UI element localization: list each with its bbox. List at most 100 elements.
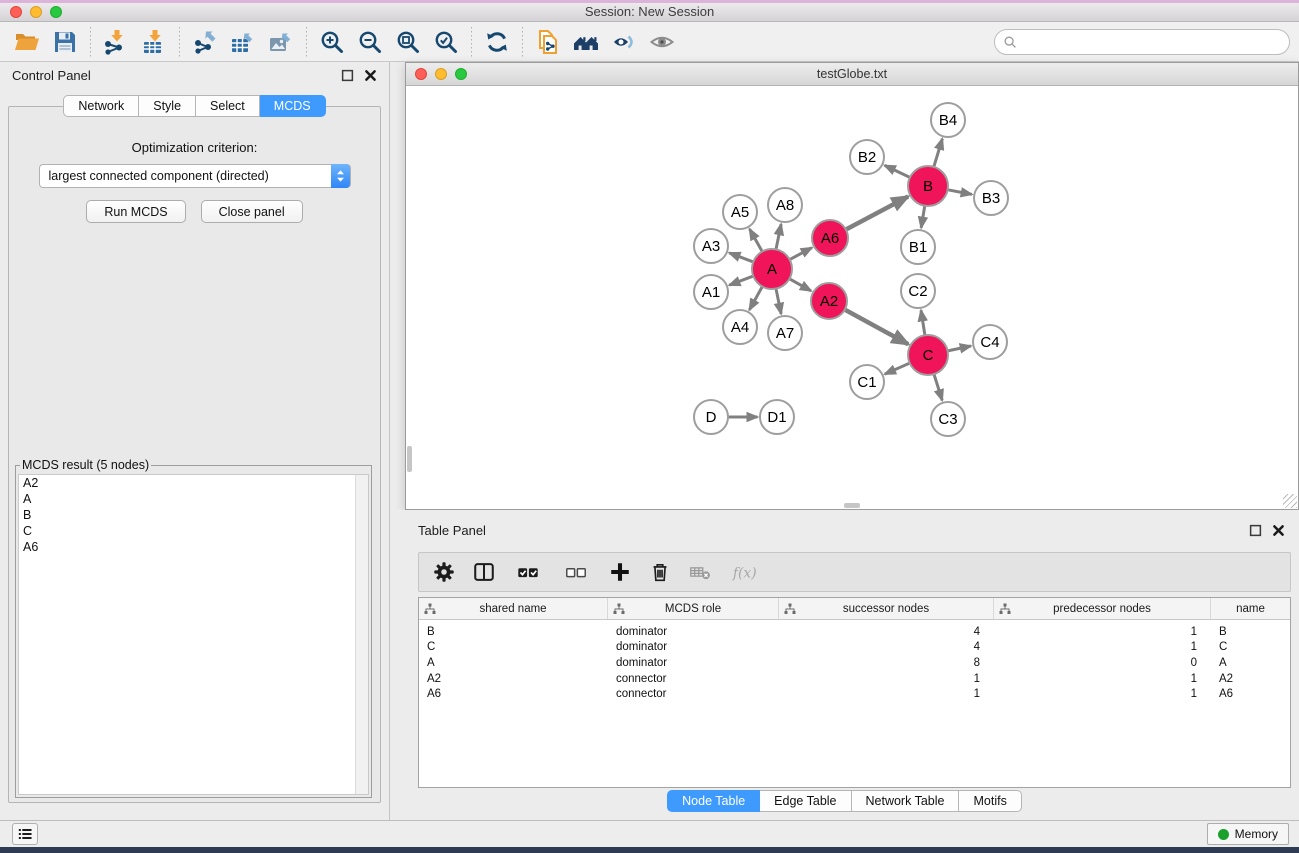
node-D1[interactable]: D1 xyxy=(760,400,794,434)
node-A6[interactable]: A6 xyxy=(812,220,848,256)
zoom-selected-button[interactable] xyxy=(431,27,461,57)
refresh-button[interactable] xyxy=(482,27,512,57)
edge-C-C4[interactable] xyxy=(947,346,971,351)
node-A8[interactable]: A8 xyxy=(768,188,802,222)
search-field[interactable] xyxy=(994,29,1290,55)
tab-edge-table[interactable]: Edge Table xyxy=(760,790,851,812)
edge-A-A1[interactable] xyxy=(729,276,754,285)
edge-B-B2[interactable] xyxy=(885,165,911,177)
edge-A-A7[interactable] xyxy=(776,288,781,314)
trash-button[interactable] xyxy=(647,559,673,585)
node-A[interactable]: A xyxy=(752,249,792,289)
tab-network[interactable]: Network xyxy=(63,95,139,117)
horizontal-scrollbar-thumb[interactable] xyxy=(844,503,860,508)
edge-A-A2[interactable] xyxy=(789,278,812,291)
node-A1[interactable]: A1 xyxy=(694,275,728,309)
tab-mcds[interactable]: MCDS xyxy=(260,95,326,117)
eye-button[interactable] xyxy=(647,27,677,57)
edge-C-C2[interactable] xyxy=(921,310,925,336)
node-B3[interactable]: B3 xyxy=(974,181,1008,215)
node-C2[interactable]: C2 xyxy=(901,274,935,308)
mcds-result-list[interactable]: A2ABCA6 xyxy=(18,474,369,795)
tab-node-table[interactable]: Node Table xyxy=(667,790,760,812)
network-canvas[interactable]: A A1 A2 A3 A4 A5 A6 A7 A8 B B1 B2 B3 B4 C C1 C2 C3 C4 D D1 xyxy=(406,86,1298,509)
edge-B-B4[interactable] xyxy=(934,139,943,168)
table-row[interactable]: A6connector11A6 xyxy=(419,686,1290,702)
node-B[interactable]: B xyxy=(908,166,948,206)
node-C3[interactable]: C3 xyxy=(931,402,965,436)
edge-A-A3[interactable] xyxy=(729,253,754,262)
edge-A-A8[interactable] xyxy=(776,224,781,250)
table-row[interactable]: Adominator80A xyxy=(419,655,1290,671)
mcds-result-item[interactable]: A2 xyxy=(19,475,368,491)
node-A2[interactable]: A2 xyxy=(811,283,847,319)
columns-button[interactable] xyxy=(471,559,497,585)
tab-style[interactable]: Style xyxy=(139,95,196,117)
mcds-result-item[interactable]: A xyxy=(19,491,368,507)
node-table[interactable]: shared nameMCDS rolesuccessor nodesprede… xyxy=(418,597,1291,788)
edge-A6-B[interactable] xyxy=(845,197,908,230)
run-mcds-button[interactable]: Run MCDS xyxy=(86,200,185,223)
zoom-out-button[interactable] xyxy=(355,27,385,57)
edge-C-C3[interactable] xyxy=(934,373,943,400)
minimize-window-button[interactable] xyxy=(30,6,42,18)
column-header-name[interactable]: name xyxy=(1211,598,1291,619)
node-C4[interactable]: C4 xyxy=(973,325,1007,359)
houses-button[interactable] xyxy=(571,27,601,57)
edge-A-A6[interactable] xyxy=(789,248,812,260)
tab-network-table[interactable]: Network Table xyxy=(852,790,960,812)
column-header-shared-name[interactable]: shared name xyxy=(419,598,608,619)
close-table-panel-icon[interactable] xyxy=(1272,524,1285,537)
zoom-fit-button[interactable] xyxy=(393,27,423,57)
close-mcds-panel-button[interactable]: Close panel xyxy=(201,200,303,223)
close-panel-icon[interactable] xyxy=(364,69,377,82)
node-B1[interactable]: B1 xyxy=(901,230,935,264)
column-header-MCDS-role[interactable]: MCDS role xyxy=(608,598,779,619)
table-row[interactable]: Bdominator41B xyxy=(419,624,1290,640)
optimization-criterion-select[interactable]: largest connected component (directed) xyxy=(39,164,351,188)
zoom-network-window-button[interactable] xyxy=(455,68,467,80)
column-header-predecessor-nodes[interactable]: predecessor nodes xyxy=(994,598,1211,619)
copy-network-button[interactable] xyxy=(533,27,563,57)
float-panel-icon[interactable] xyxy=(341,69,354,82)
edge-A2-C[interactable] xyxy=(844,309,908,344)
node-A7[interactable]: A7 xyxy=(768,316,802,350)
unchecked-pair-button[interactable] xyxy=(559,559,593,585)
node-A5[interactable]: A5 xyxy=(723,195,757,229)
show-panels-button[interactable] xyxy=(12,823,38,845)
export-table-button[interactable] xyxy=(228,27,258,57)
tab-motifs[interactable]: Motifs xyxy=(959,790,1021,812)
node-C1[interactable]: C1 xyxy=(850,365,884,399)
memory-button[interactable]: Memory xyxy=(1207,823,1289,845)
mcds-result-item[interactable]: A6 xyxy=(19,539,368,555)
window-resize-grip[interactable] xyxy=(1283,494,1297,508)
close-network-window-button[interactable] xyxy=(415,68,427,80)
network-graph[interactable]: A A1 A2 A3 A4 A5 A6 A7 A8 B B1 B2 B3 B4 C C1 C2 C3 C4 D D1 xyxy=(406,86,1298,509)
minimize-network-window-button[interactable] xyxy=(435,68,447,80)
mcds-result-item[interactable]: B xyxy=(19,507,368,523)
float-table-panel-icon[interactable] xyxy=(1249,524,1262,537)
edge-A-A4[interactable] xyxy=(749,286,762,310)
edge-B-B3[interactable] xyxy=(947,190,972,195)
node-B2[interactable]: B2 xyxy=(850,140,884,174)
column-header-successor-nodes[interactable]: successor nodes xyxy=(779,598,994,619)
node-B4[interactable]: B4 xyxy=(931,103,965,137)
node-C[interactable]: C xyxy=(908,335,948,375)
mcds-result-item[interactable]: C xyxy=(19,523,368,539)
export-network-button[interactable] xyxy=(190,27,220,57)
node-A4[interactable]: A4 xyxy=(723,310,757,344)
scrollbar-track[interactable] xyxy=(355,475,368,794)
search-input[interactable] xyxy=(1023,32,1289,52)
save-session-button[interactable] xyxy=(50,27,80,57)
export-image-button[interactable] xyxy=(266,27,296,57)
node-A3[interactable]: A3 xyxy=(694,229,728,263)
eye-flag-button[interactable] xyxy=(609,27,639,57)
import-network-button[interactable] xyxy=(101,27,131,57)
node-D[interactable]: D xyxy=(694,400,728,434)
table-row[interactable]: Cdominator41C xyxy=(419,640,1290,656)
plus-button[interactable] xyxy=(607,559,633,585)
fullscreen-window-button[interactable] xyxy=(50,6,62,18)
edge-B-B1[interactable] xyxy=(921,205,925,228)
table-row[interactable]: A2connector11A2 xyxy=(419,671,1290,687)
edge-C-C1[interactable] xyxy=(885,363,911,374)
